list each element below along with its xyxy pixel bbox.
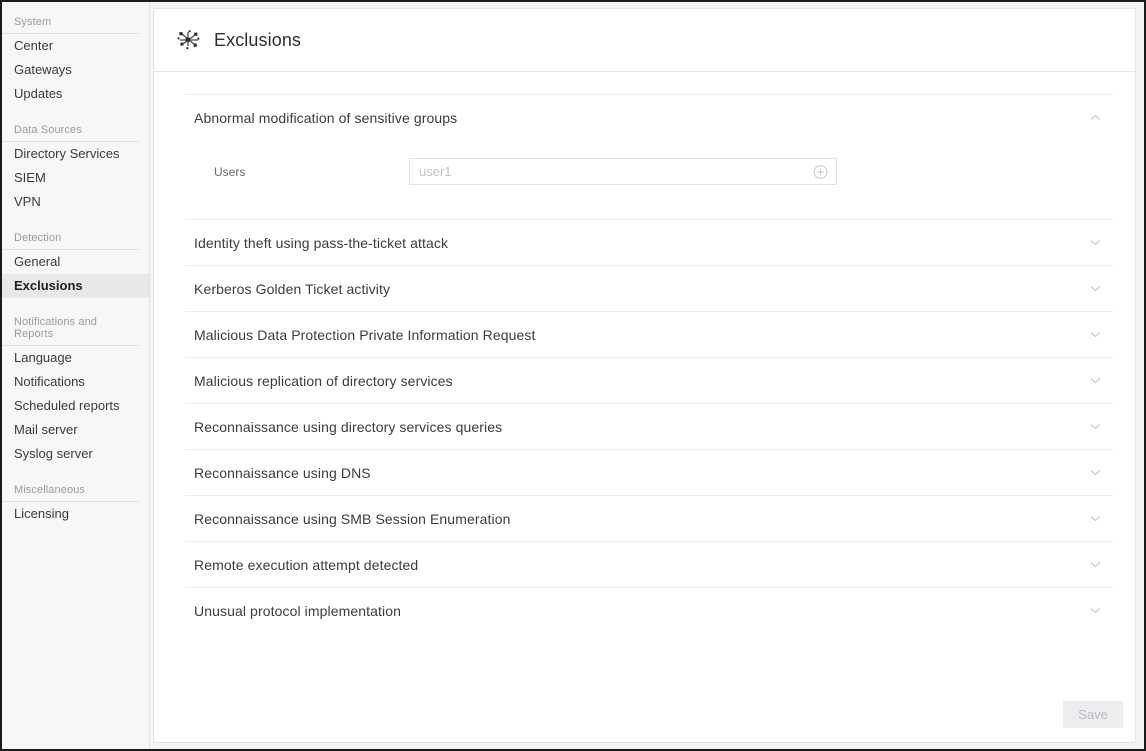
- exclusion-section: Reconnaissance using DNS: [185, 449, 1113, 495]
- exclusion-section: Reconnaissance using SMB Session Enumera…: [185, 495, 1113, 541]
- sidebar-item-general[interactable]: General: [2, 250, 149, 274]
- sidebar-item-directory-services[interactable]: Directory Services: [2, 142, 149, 166]
- page-header: Exclusions: [153, 8, 1136, 72]
- exclusion-section: Malicious Data Protection Private Inform…: [185, 311, 1113, 357]
- exclusion-section-header[interactable]: Reconnaissance using directory services …: [185, 404, 1113, 449]
- sidebar-item-mail-server[interactable]: Mail server: [2, 418, 149, 442]
- sidebar-group-title: Data Sources: [2, 120, 139, 142]
- sidebar-group-title: Detection: [2, 228, 139, 250]
- exclusion-section-header[interactable]: Reconnaissance using DNS: [185, 450, 1113, 495]
- exclusion-section-title: Unusual protocol implementation: [194, 602, 401, 619]
- exclusion-section: Reconnaissance using directory services …: [185, 403, 1113, 449]
- sidebar-item-language[interactable]: Language: [2, 346, 149, 370]
- exclusion-section-header[interactable]: Malicious Data Protection Private Inform…: [185, 312, 1113, 357]
- sidebar-item-gateways[interactable]: Gateways: [2, 58, 149, 82]
- circle-plus-icon[interactable]: [813, 164, 828, 179]
- exclusion-section: Abnormal modification of sensitive group…: [185, 94, 1113, 219]
- exclusion-section: Kerberos Golden Ticket activity: [185, 265, 1113, 311]
- sidebar-group: Miscellaneous Licensing: [2, 480, 149, 538]
- exclusion-section-list: Abnormal modification of sensitive group…: [154, 72, 1135, 686]
- users-field-label: Users: [214, 164, 246, 179]
- exclusion-section-header[interactable]: Malicious replication of directory servi…: [185, 358, 1113, 403]
- sidebar-item-center[interactable]: Center: [2, 34, 149, 58]
- exclusion-section-title: Identity theft using pass-the-ticket att…: [194, 234, 449, 251]
- chevron-down-icon[interactable]: [1087, 281, 1103, 297]
- sidebar-item-licensing[interactable]: Licensing: [2, 502, 149, 526]
- chevron-down-icon[interactable]: [1087, 465, 1103, 481]
- page-footer: Save: [154, 686, 1135, 742]
- exclusion-section-title: Abnormal modification of sensitive group…: [194, 109, 458, 126]
- chevron-down-icon[interactable]: [1087, 327, 1103, 343]
- exclusion-section-header[interactable]: Unusual protocol implementation: [185, 588, 1113, 633]
- exclusion-section: Identity theft using pass-the-ticket att…: [185, 219, 1113, 265]
- exclusion-section: Remote execution attempt detected: [185, 541, 1113, 587]
- exclusion-section-title: Reconnaissance using SMB Session Enumera…: [194, 510, 511, 527]
- chevron-down-icon[interactable]: [1087, 557, 1103, 573]
- page-body: Abnormal modification of sensitive group…: [153, 72, 1136, 743]
- chevron-down-icon[interactable]: [1087, 511, 1103, 527]
- exclusion-section-title: Malicious replication of directory servi…: [194, 372, 453, 389]
- page-title: Exclusions: [214, 29, 302, 50]
- sidebar-group: System Center Gateways Updates: [2, 12, 149, 118]
- exclusion-section-header[interactable]: Identity theft using pass-the-ticket att…: [185, 220, 1113, 265]
- settings-sidebar: System Center Gateways Updates Data Sources D…: [2, 2, 150, 749]
- sidebar-group-title: Miscellaneous: [2, 480, 139, 502]
- sidebar-item-siem[interactable]: SIEM: [2, 166, 149, 190]
- exclusion-section-header[interactable]: Reconnaissance using SMB Session Enumera…: [185, 496, 1113, 541]
- chevron-down-icon[interactable]: [1087, 603, 1103, 619]
- chevron-down-icon[interactable]: [1087, 373, 1103, 389]
- exclusion-section-header[interactable]: Remote execution attempt detected: [185, 542, 1113, 587]
- sidebar-group-spacer: [2, 214, 149, 226]
- exclusion-section-title: Remote execution attempt detected: [194, 556, 419, 573]
- sidebar-group-spacer: [2, 526, 149, 538]
- sidebar-item-vpn[interactable]: VPN: [2, 190, 149, 214]
- application-window: System Center Gateways Updates Data Sources D…: [0, 0, 1146, 751]
- main-content: Exclusions Abnormal modification of sens…: [150, 2, 1144, 749]
- sidebar-group-spacer: [2, 106, 149, 118]
- sidebar-item-scheduled-reports[interactable]: Scheduled reports: [2, 394, 149, 418]
- exclusion-section-title: Malicious Data Protection Private Inform…: [194, 326, 536, 343]
- sidebar-group: Notifications and Reports Language Notific…: [2, 312, 149, 478]
- exclusion-section-title: Reconnaissance using directory services …: [194, 418, 503, 435]
- exclusion-section: Malicious replication of directory servi…: [185, 357, 1113, 403]
- sidebar-group-spacer: [2, 298, 149, 310]
- exclusion-section: Unusual protocol implementation: [185, 587, 1113, 633]
- exclusion-section-title: Kerberos Golden Ticket activity: [194, 280, 391, 297]
- sidebar-item-syslog-server[interactable]: Syslog server: [2, 442, 149, 466]
- chevron-up-icon[interactable]: [1087, 110, 1103, 126]
- sidebar-group: Data Sources Directory Services SIEM VPN: [2, 120, 149, 226]
- sidebar-item-updates[interactable]: Updates: [2, 82, 149, 106]
- sidebar-group: Detection General Exclusions: [2, 228, 149, 310]
- exclusion-section-header[interactable]: Abnormal modification of sensitive group…: [185, 95, 1113, 140]
- chevron-down-icon[interactable]: [1087, 419, 1103, 435]
- network-nodes-icon: [176, 27, 202, 53]
- sidebar-item-notifications[interactable]: Notifications: [2, 370, 149, 394]
- exclusion-section-title: Reconnaissance using DNS: [194, 464, 371, 481]
- chevron-down-icon[interactable]: [1087, 235, 1103, 251]
- sidebar-group-list: System Center Gateways Updates Data Sources D…: [2, 12, 149, 538]
- users-input-wrapper: [409, 158, 837, 185]
- save-button[interactable]: Save: [1063, 700, 1123, 728]
- sidebar-group-spacer: [2, 466, 149, 478]
- exclusion-section-header[interactable]: Kerberos Golden Ticket activity: [185, 266, 1113, 311]
- sidebar-item-exclusions[interactable]: Exclusions: [2, 274, 149, 298]
- users-input[interactable]: [410, 159, 836, 184]
- exclusion-section-content: Users: [185, 140, 1113, 219]
- sidebar-group-title: Notifications and Reports: [2, 312, 139, 346]
- sidebar-group-title: System: [2, 12, 139, 34]
